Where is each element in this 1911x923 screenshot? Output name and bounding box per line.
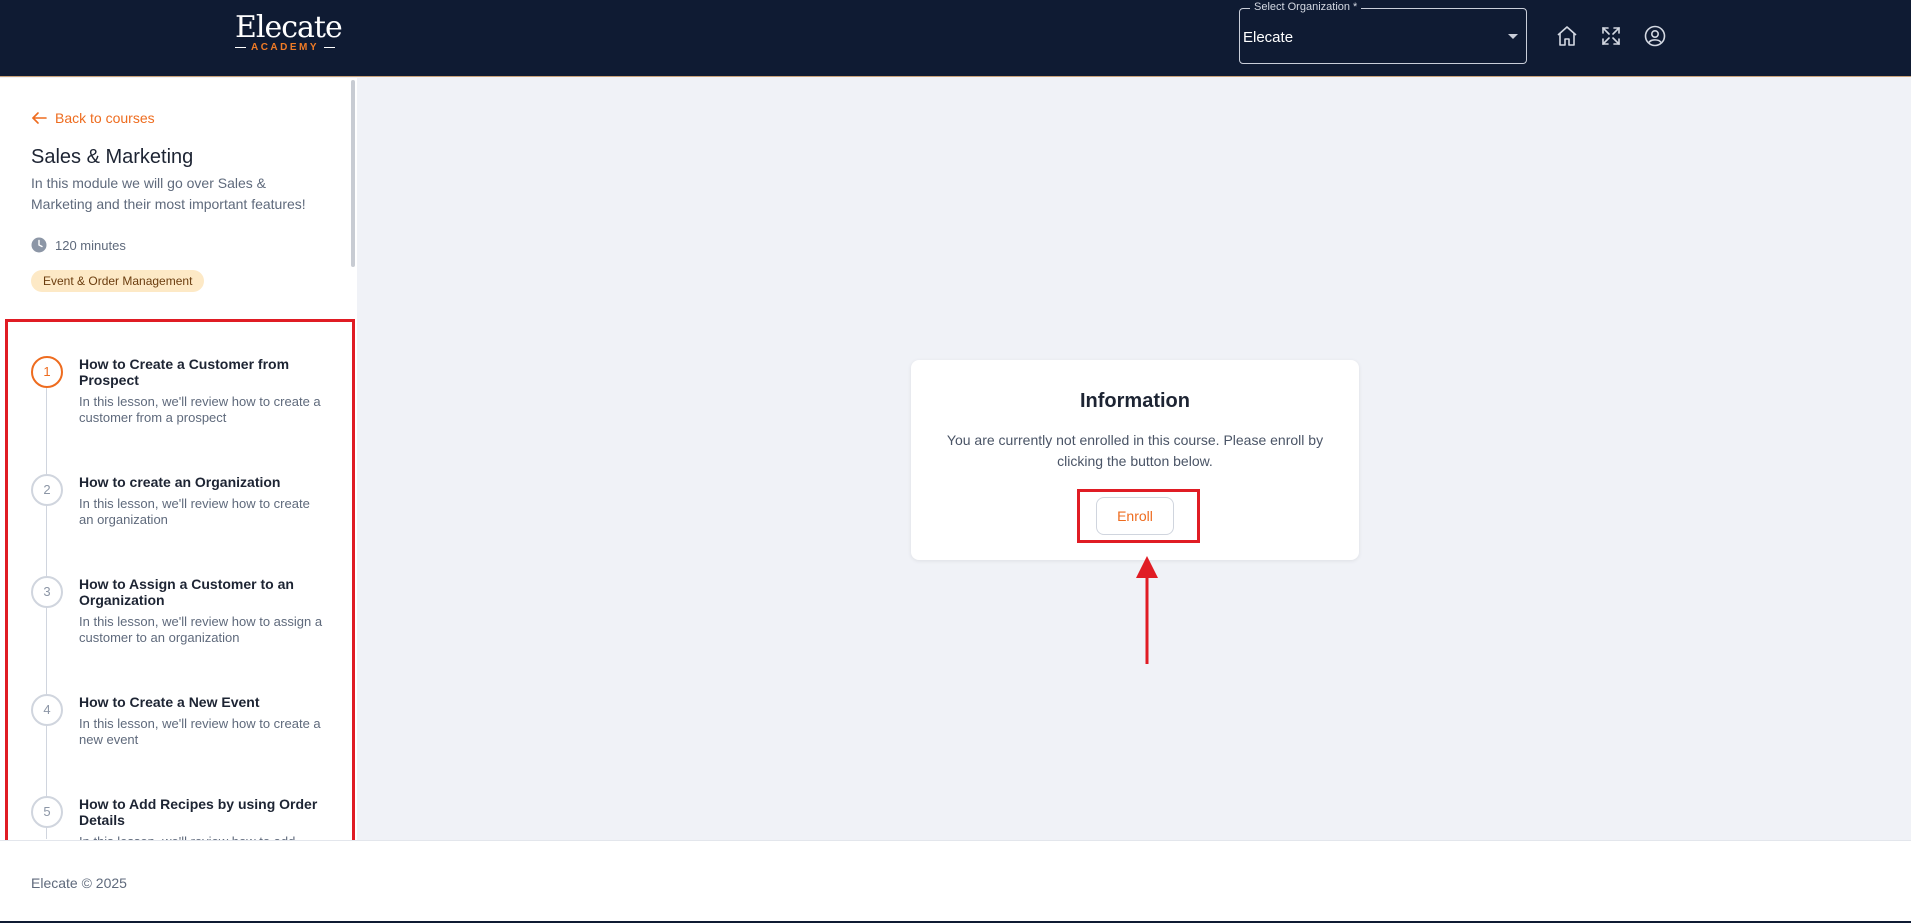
- logo-subtitle: ACADEMY: [250, 42, 320, 53]
- red-arrow-annotation: [1136, 556, 1158, 664]
- back-to-courses-label: Back to courses: [55, 110, 155, 126]
- lesson-list-highlight-box: [5, 319, 355, 843]
- organization-select-value: Elecate: [1243, 29, 1294, 46]
- organization-select[interactable]: Select Organization * Elecate: [1239, 1, 1527, 64]
- course-duration: 120 minutes: [31, 237, 126, 253]
- top-navbar: Elecate ACADEMY Select Organization * El…: [0, 0, 1911, 77]
- clock-icon: [31, 237, 47, 253]
- logo-wordmark: Elecate: [235, 10, 343, 45]
- category-tag: Event & Order Management: [31, 270, 205, 292]
- account-icon[interactable]: [1643, 24, 1667, 48]
- organization-select-label: Select Organization *: [1250, 1, 1362, 13]
- footer-copyright: Elecate © 2025: [31, 875, 127, 891]
- dropdown-caret-icon: [1508, 34, 1518, 39]
- home-icon[interactable]: [1555, 24, 1579, 48]
- duration-label: 120 minutes: [55, 237, 126, 253]
- arrow-left-icon: [32, 112, 47, 124]
- course-title: Sales & Marketing: [31, 146, 194, 168]
- back-to-courses-link[interactable]: Back to courses: [31, 110, 155, 126]
- elecate-logo[interactable]: Elecate ACADEMY: [235, 10, 343, 53]
- fullscreen-icon[interactable]: [1599, 24, 1623, 48]
- page-footer: Elecate © 2025: [0, 840, 1911, 921]
- enroll-highlight-box: [1077, 489, 1200, 543]
- sidebar-scrollbar[interactable]: [351, 80, 355, 267]
- card-title: Information: [1080, 390, 1190, 412]
- course-description: In this module we will go over Sales & M…: [31, 175, 306, 212]
- card-message: You are currently not enrolled in this c…: [946, 432, 1324, 469]
